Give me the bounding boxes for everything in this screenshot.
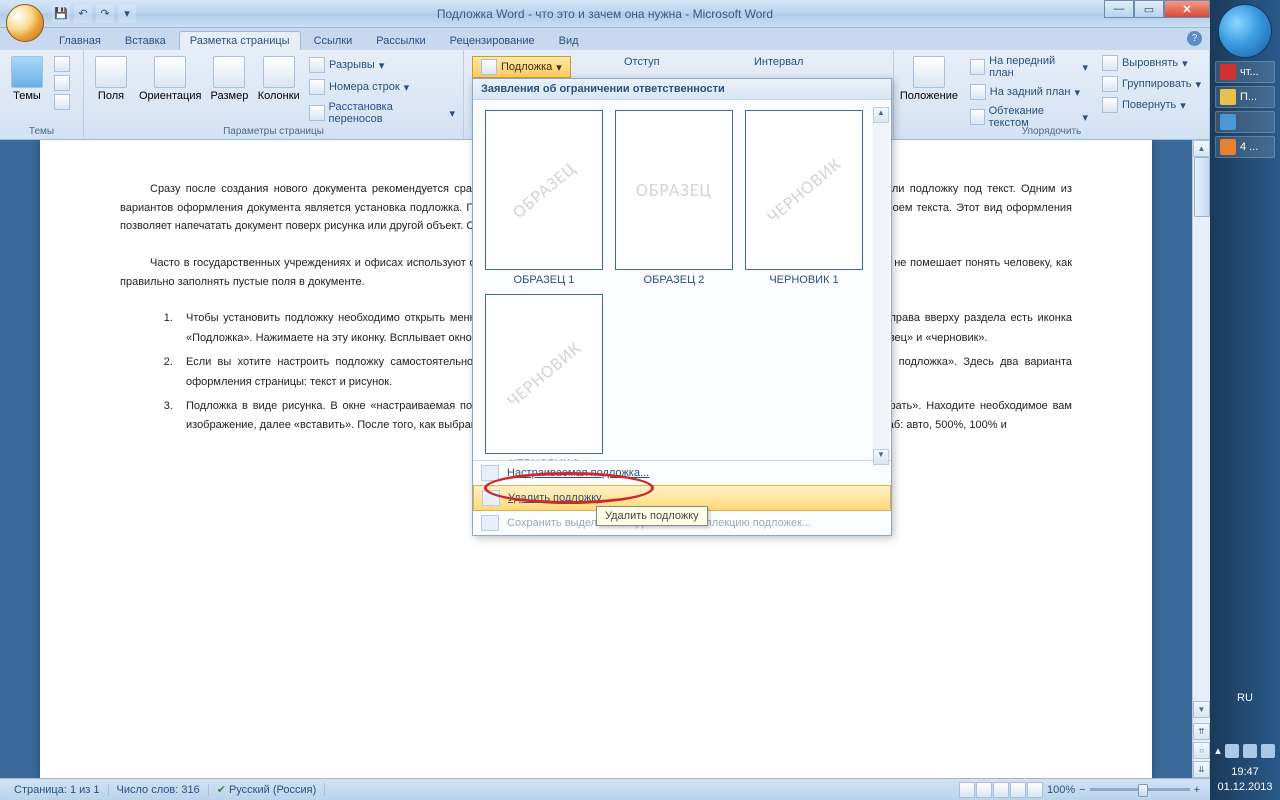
view-weblayout-icon[interactable] [993,782,1009,798]
minimize-button[interactable]: — [1104,0,1134,18]
hyphenation-button[interactable]: Расстановка переносов ▾ [307,100,457,126]
group-themes-label: Темы [6,126,77,139]
status-language[interactable]: ✔ Русский (Россия) [209,783,326,796]
group-pagesetup-label: Параметры страницы [90,126,457,139]
prev-page-button[interactable]: ⇈ [1193,723,1210,740]
ribbon-tabs: Главная Вставка Разметка страницы Ссылки… [0,28,1210,50]
statusbar: Страница: 1 из 1 Число слов: 316 ✔ Русск… [0,778,1210,800]
orientation-button[interactable]: Ориентация [138,54,202,104]
scroll-thumb[interactable] [1194,157,1210,217]
tray-arrow-icon[interactable]: ▴ [1215,744,1221,758]
watermark-item-sample2[interactable]: ОБРАЗЕЦ ОБРАЗЕЦ 2 [613,110,735,286]
view-draft-icon[interactable] [1027,782,1043,798]
zoom-out-button[interactable]: − [1079,784,1085,796]
folder-icon [1220,89,1236,105]
linenumbers-button[interactable]: Номера строк ▾ [307,78,457,96]
theme-fonts-icon[interactable] [54,75,70,91]
zoom-in-button[interactable]: + [1194,784,1200,796]
margins-button[interactable]: Поля [90,54,132,104]
watermark-custom-menuitem[interactable]: Настраиваемая подложка... [473,461,891,485]
taskbar-item-1[interactable]: чт... [1215,61,1275,83]
view-outline-icon[interactable] [1010,782,1026,798]
watermark-icon [481,59,497,75]
qat-more[interactable]: ▾ [118,5,136,23]
taskbar-notification[interactable]: 4 ... [1215,136,1275,158]
send-back-button[interactable]: На задний план ▾ [968,83,1090,101]
scroll-down-icon[interactable]: ▼ [873,449,889,465]
tray-flag-icon[interactable] [1225,744,1239,758]
window-title: Подложка Word - что это и зачем она нужн… [437,7,773,21]
notif-icon [1220,139,1236,155]
indent-label: Отступ [624,56,660,68]
size-button[interactable]: Размер [208,54,250,104]
taskbar-item-2[interactable]: П... [1215,86,1275,108]
theme-colors-icon[interactable] [54,56,70,72]
themes-button[interactable]: Темы [6,54,48,104]
zoom-level[interactable]: 100% [1047,784,1075,796]
taskbar-item-3[interactable] [1215,111,1275,133]
spacing-label: Интервал [754,56,803,68]
qat-redo[interactable]: ↷ [96,5,114,23]
next-page-button[interactable]: ⇊ [1193,761,1210,778]
tray-network-icon[interactable] [1243,744,1257,758]
watermark-item-draft1[interactable]: ЧЕРНОВИК ЧЕРНОВИК 1 [743,110,865,286]
watermark-dropdown: Заявления об ограничении ответственности… [472,78,892,536]
columns-button[interactable]: Колонки [256,54,301,104]
taskbar-clock[interactable]: 19:47 01.12.2013 [1210,765,1280,794]
view-fullscreen-icon[interactable] [976,782,992,798]
watermark-item-sample1[interactable]: ОБРАЗЕЦ ОБРАЗЕЦ 1 [483,110,605,286]
watermark-item-draft2[interactable]: ЧЕРНОВИК ЧЕРНОВИК 2 [483,294,605,460]
tab-insert[interactable]: Вставка [114,31,177,50]
save-watermark-icon [481,515,499,531]
breaks-button[interactable]: Разрывы ▾ [307,56,457,74]
tab-mailings[interactable]: Рассылки [365,31,436,50]
watermark-button[interactable]: Подложка ▾ [472,56,571,78]
start-button[interactable] [1218,4,1272,58]
tab-view[interactable]: Вид [548,31,590,50]
qat-save[interactable]: 💾 [52,5,70,23]
group-arrange-label: Упорядочить [900,126,1203,139]
tab-pagelayout[interactable]: Разметка страницы [179,31,301,50]
watermark-scrollbar[interactable]: ▲ ▼ [873,107,889,465]
tab-review[interactable]: Рецензирование [439,31,546,50]
status-words[interactable]: Число слов: 316 [109,784,209,796]
watermark-gallery-header: Заявления об ограничении ответственности [473,79,891,100]
position-button[interactable]: Положение [900,54,958,130]
scroll-up-button[interactable]: ▲ [1193,140,1210,157]
tab-references[interactable]: Ссылки [303,31,364,50]
vertical-scrollbar[interactable]: ▲ ▼ ⇈ ○ ⇊ [1192,140,1210,778]
scroll-up-icon[interactable]: ▲ [873,107,889,123]
group-button[interactable]: Группировать ▾ [1100,75,1203,93]
theme-effects-icon[interactable] [54,94,70,110]
align-button[interactable]: Выровнять ▾ [1100,54,1203,72]
close-button[interactable]: ✕ [1164,0,1210,18]
rotate-button[interactable]: Повернуть ▾ [1100,96,1203,114]
tab-home[interactable]: Главная [48,31,112,50]
tray-volume-icon[interactable] [1261,744,1275,758]
zoom-slider[interactable] [1090,788,1190,791]
status-page[interactable]: Страница: 1 из 1 [6,784,109,796]
bring-front-button[interactable]: На передний план ▾ [968,54,1090,80]
language-indicator[interactable]: RU [1210,692,1280,704]
view-printlayout-icon[interactable] [959,782,975,798]
help-icon[interactable]: ? [1187,31,1202,46]
browse-object-button[interactable]: ○ [1193,742,1210,759]
browser-icon [1220,64,1236,80]
maximize-button[interactable]: ▭ [1134,0,1164,18]
word-icon [1220,114,1236,130]
remove-watermark-icon [482,490,500,506]
windows-taskbar: чт... П... 4 ... RU ▴ 19:47 01.12.2013 [1210,0,1280,800]
custom-watermark-icon [481,465,499,481]
tooltip: Удалить подложку [596,506,708,526]
qat-undo[interactable]: ↶ [74,5,92,23]
titlebar: 💾 ↶ ↷ ▾ Подложка Word - что это и зачем … [0,0,1210,28]
scroll-down-button[interactable]: ▼ [1193,701,1210,718]
office-button[interactable] [6,4,44,42]
system-tray: ▴ [1210,744,1280,758]
themes-label: Темы [13,90,41,102]
